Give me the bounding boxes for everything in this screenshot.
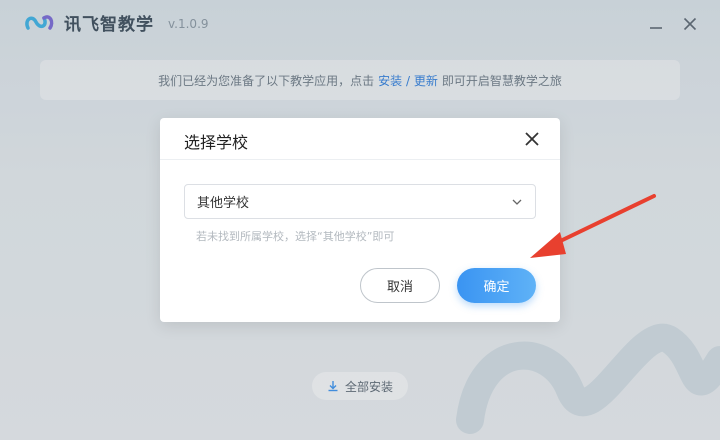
pointer-arrow-annotation [530,194,656,258]
school-select-value: 其他学校 [197,196,250,211]
dialog-title: 选择学校 [184,133,249,152]
school-select[interactable]: 其他学校 [184,184,536,219]
dialog-header: 选择学校 [160,118,560,160]
dialog-close-icon[interactable] [523,130,541,148]
cancel-button[interactable]: 取消 [360,268,440,303]
confirm-button[interactable]: 确定 [457,268,536,303]
school-hint: 若未找到所属学校，选择“其他学校”即可 [196,230,395,243]
select-school-dialog: 选择学校 其他学校 若未找到所属学校，选择“其他学校”即可 取消 确定 [160,118,560,322]
